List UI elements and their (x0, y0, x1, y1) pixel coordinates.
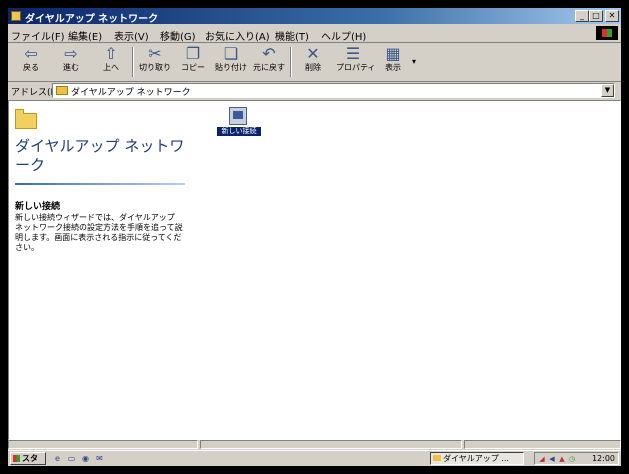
undo-label: 元に戻す (253, 63, 285, 72)
back-icon: ⇦ (24, 44, 38, 63)
quick-launch-desktop-icon[interactable]: ▭ (66, 453, 77, 464)
web-view-panel: ダイヤルアップ ネットワーク 新しい接続 新しい接続ウィザードでは、ダイヤルアッ… (9, 101, 189, 439)
network-tray-icon[interactable]: ◢ (538, 455, 546, 463)
address-value: ダイヤルアップ ネットワーク (71, 88, 191, 98)
panel-heading: 新しい接続 (15, 202, 61, 212)
cut-icon: ✂ (148, 44, 162, 63)
folder-icon (11, 11, 21, 21)
status-pane-middle (200, 440, 462, 449)
back-button[interactable]: ⇦ 戻る (14, 45, 48, 79)
toolbar-separator (290, 47, 292, 77)
properties-label: プロパティ (336, 63, 376, 72)
quick-launch-ie-icon[interactable]: e (52, 453, 63, 464)
quick-launch-channels-icon[interactable]: ◉ (80, 453, 91, 464)
toolbar: ⇦ 戻る ⇨ 進む ⇧ 上へ ✂ 切り取り ❐ コピー ❏ 貼り付け ↶ 元に戻… (8, 43, 621, 82)
volume-tray-icon[interactable]: ◀ (548, 455, 556, 463)
paste-button[interactable]: ❏ 貼り付け (214, 45, 248, 79)
scheduler-tray-icon[interactable]: ◷ (568, 455, 576, 463)
system-tray: ◢ ◀ ▲ ◷ 12:00 (534, 452, 619, 465)
views-button[interactable]: ▦ 表示 (376, 45, 410, 79)
new-connection-label: 新しい接続 (217, 127, 261, 136)
minimize-button[interactable]: _ (575, 10, 589, 22)
delete-icon: ✕ (306, 44, 320, 63)
status-pane-main (8, 440, 198, 449)
taskbar-window-label: ダイヤルアップ ... (443, 454, 509, 463)
address-bar: アドレス(D) ダイヤルアップ ネットワーク ▼ (8, 82, 621, 99)
toolbar-separator (132, 47, 134, 77)
copy-label: コピー (181, 63, 205, 72)
taskbar: スタート e ▭ ◉ ✉ ダイヤルアップ ... ◢ ◀ ▲ ◷ 12:00 (8, 450, 621, 466)
delete-label: 削除 (305, 63, 321, 72)
panel-description: 新しい接続ウィザードでは、ダイヤルアップ ネットワーク接続の設定方法を手順を追っ… (15, 213, 183, 252)
delete-button[interactable]: ✕ 削除 (296, 45, 330, 79)
status-bar (8, 440, 621, 450)
up-icon: ⇧ (104, 44, 118, 63)
windows-logo-icon (596, 26, 618, 40)
forward-icon: ⇨ (64, 44, 78, 63)
paste-icon: ❏ (223, 44, 239, 63)
up-button[interactable]: ⇧ 上へ (94, 45, 128, 79)
copy-icon: ❐ (185, 44, 201, 63)
menu-tools[interactable]: 機能(T) (275, 28, 309, 43)
new-connection-icon (229, 107, 247, 125)
properties-button[interactable]: ☰ プロパティ (336, 44, 376, 79)
menu-edit[interactable]: 編集(E) (68, 28, 102, 43)
desktop-screen: ダイヤルアップ ネットワーク _ □ ✕ ファイル(F) 編集(E) 表示(V)… (8, 8, 621, 466)
views-dropdown-icon[interactable]: ▾ (412, 57, 416, 66)
undo-button[interactable]: ↶ 元に戻す (252, 45, 286, 79)
start-button[interactable]: スタート (10, 452, 46, 466)
forward-label: 進む (63, 63, 79, 72)
close-button[interactable]: ✕ (605, 10, 619, 22)
address-field[interactable]: ダイヤルアップ ネットワーク ▼ (52, 83, 615, 98)
panel-divider (15, 183, 185, 185)
status-pane-right (464, 440, 621, 449)
up-label: 上へ (103, 63, 119, 72)
taskbar-window-button[interactable]: ダイヤルアップ ... (430, 452, 524, 465)
folder-icon (15, 109, 37, 129)
copy-button[interactable]: ❐ コピー (176, 45, 210, 79)
menu-view[interactable]: 表示(V) (114, 28, 149, 43)
menu-bar: ファイル(F) 編集(E) 表示(V) 移動(G) お気に入り(A) 機能(T)… (8, 25, 621, 43)
views-label: 表示 (385, 63, 401, 72)
title-bar[interactable]: ダイヤルアップ ネットワーク _ □ ✕ (8, 8, 621, 25)
back-label: 戻る (23, 63, 39, 72)
forward-button[interactable]: ⇨ 進む (54, 45, 88, 79)
undo-icon: ↶ (262, 44, 276, 63)
window-title: ダイヤルアップ ネットワーク (25, 14, 159, 25)
ime-tray-icon[interactable]: ▲ (558, 455, 566, 463)
folder-view[interactable]: ダイヤルアップ ネットワーク 新しい接続 新しい接続ウィザードでは、ダイヤルアッ… (8, 100, 621, 440)
cut-button[interactable]: ✂ 切り取り (138, 45, 172, 79)
views-icon: ▦ (385, 44, 401, 63)
maximize-button[interactable]: □ (589, 10, 603, 22)
menu-help[interactable]: ヘルプ(H) (321, 28, 366, 43)
paste-label: 貼り付け (215, 63, 247, 72)
folder-icon (56, 86, 68, 95)
properties-icon: ☰ (345, 44, 361, 63)
panel-title: ダイヤルアップ ネットワーク (15, 137, 185, 174)
menu-go[interactable]: 移動(G) (160, 28, 196, 43)
clock: 12:00 (591, 454, 615, 463)
menu-favorites[interactable]: お気に入り(A) (205, 28, 270, 43)
cut-label: 切り取り (139, 63, 171, 72)
new-connection-item[interactable]: 新しい接続 (217, 107, 261, 137)
address-dropdown-button[interactable]: ▼ (601, 84, 614, 97)
menu-file[interactable]: ファイル(F) (11, 28, 65, 43)
quick-launch-outlook-icon[interactable]: ✉ (94, 453, 105, 464)
start-label: スタート (22, 454, 38, 466)
